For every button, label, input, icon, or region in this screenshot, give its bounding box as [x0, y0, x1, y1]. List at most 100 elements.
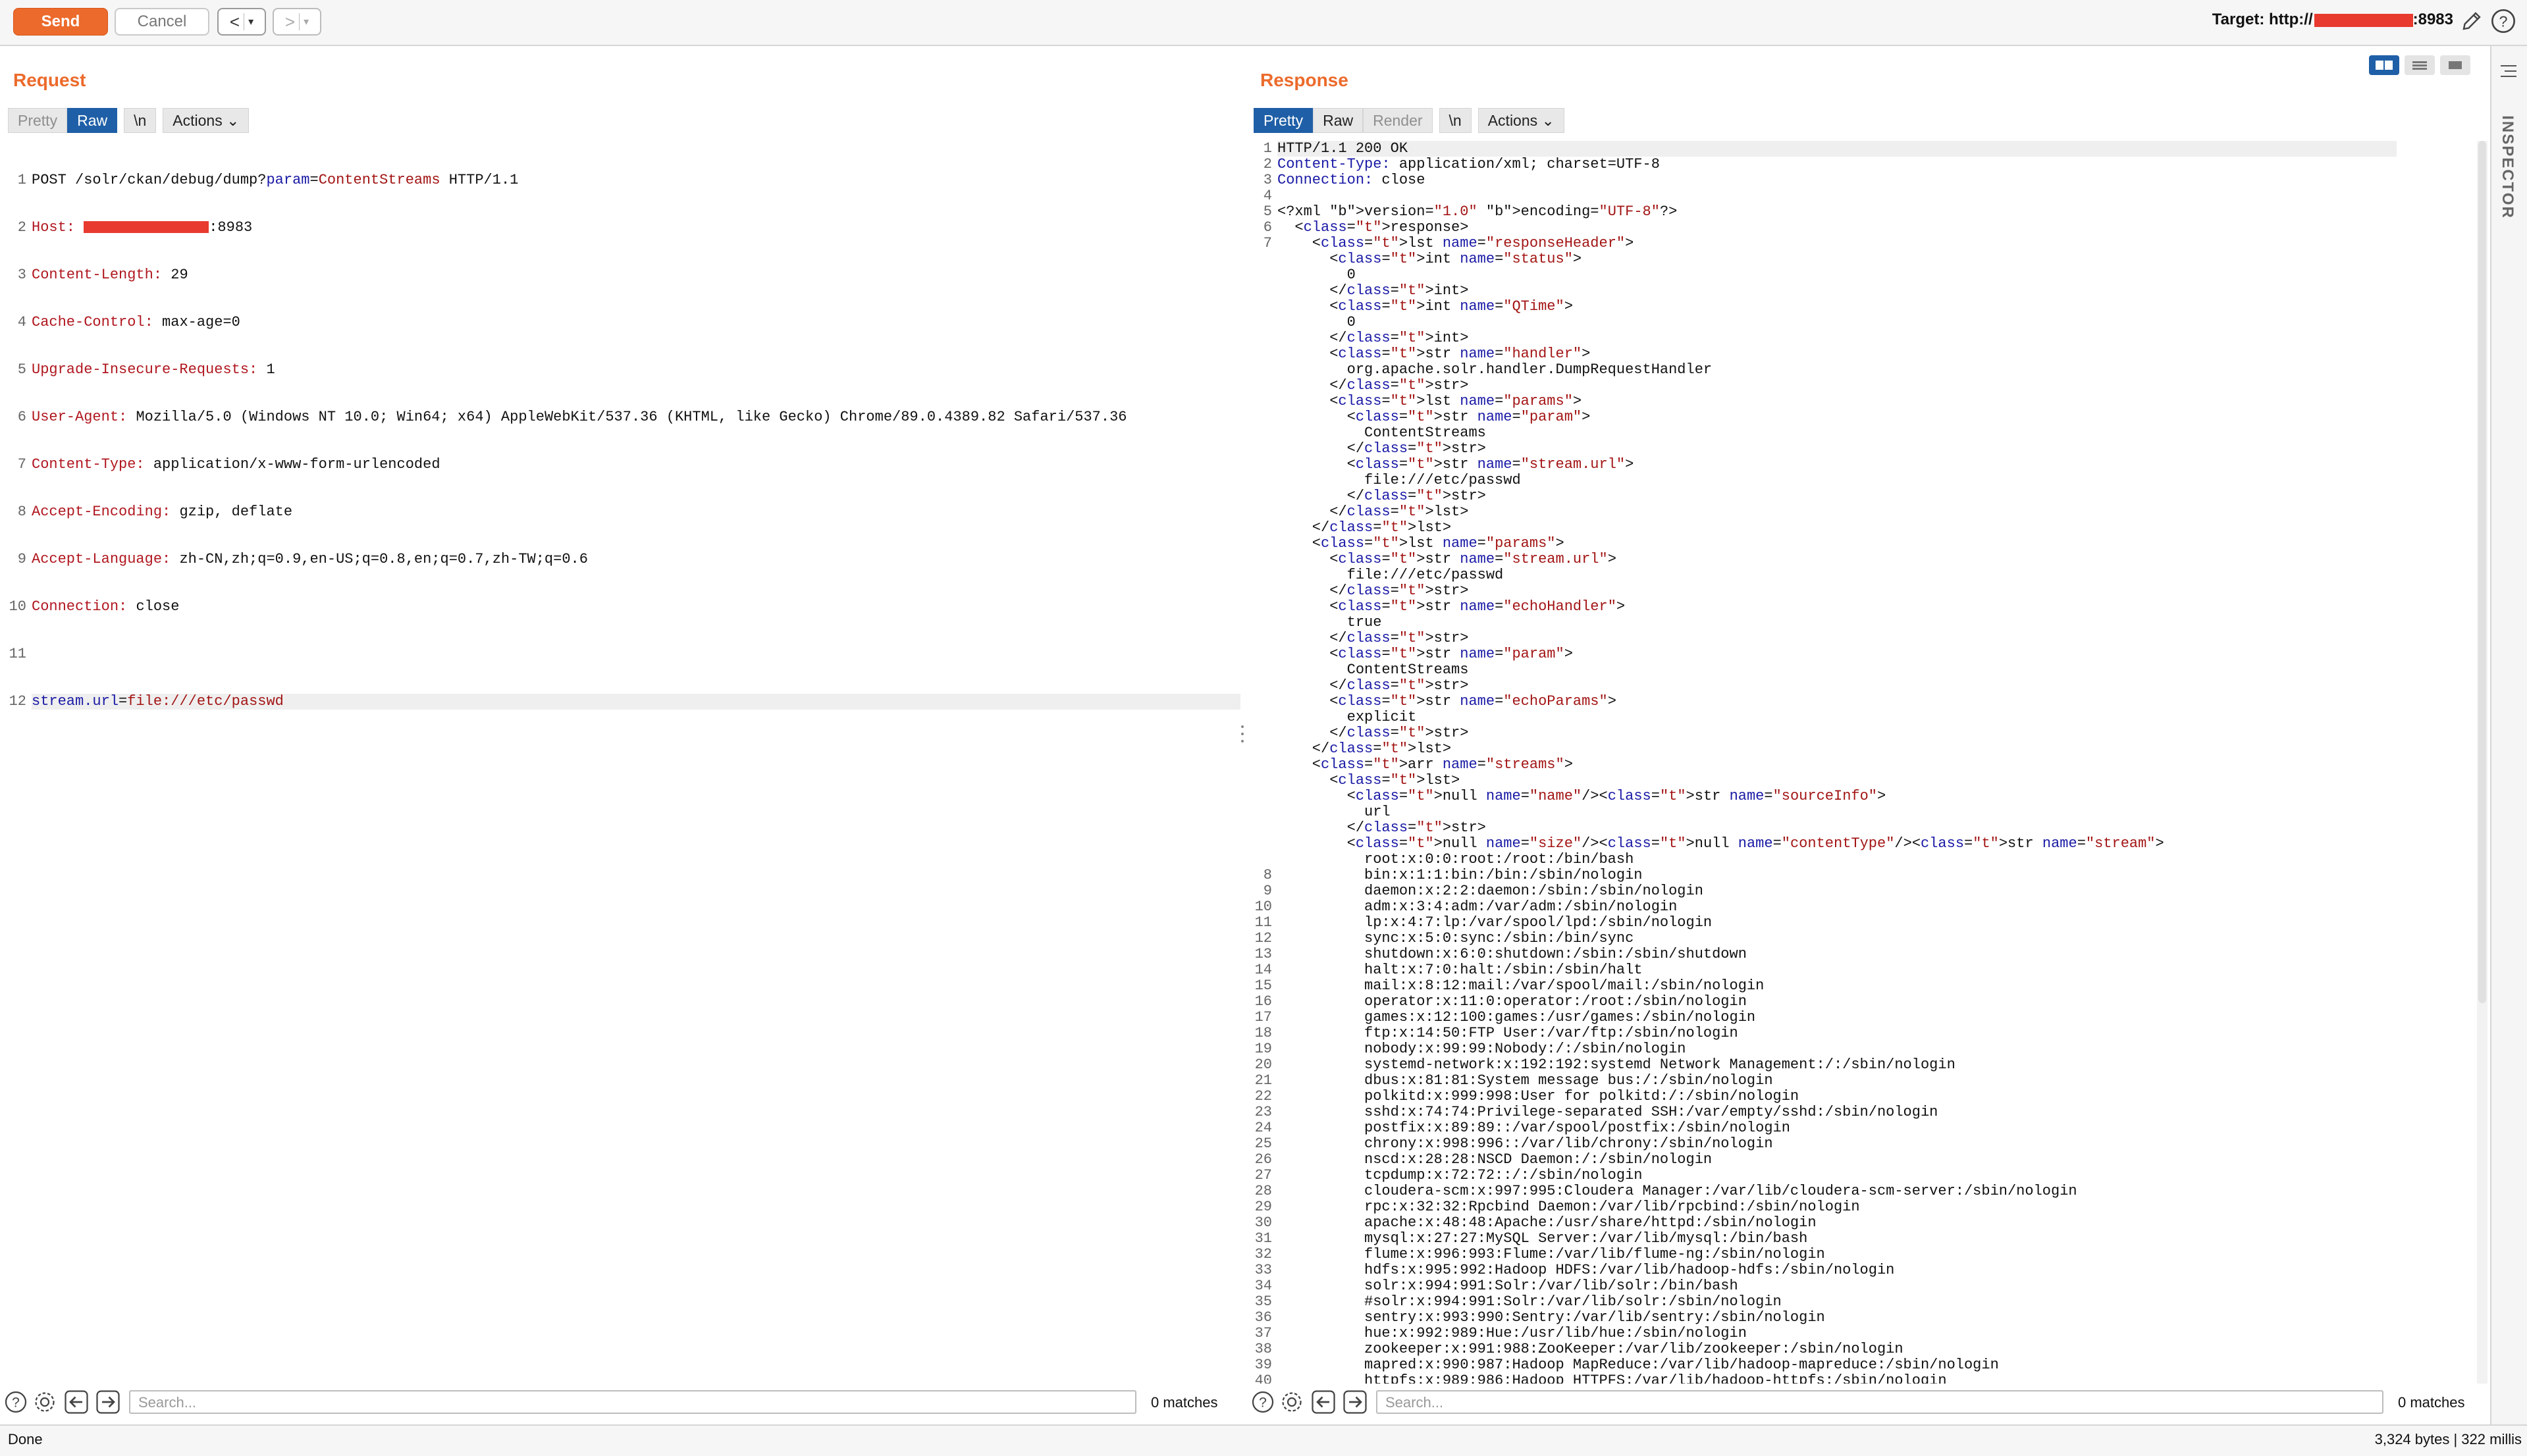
menu-icon[interactable]	[2499, 63, 2518, 79]
line-number: 8	[1263, 867, 1272, 883]
actions-dropdown[interactable]: Actions ⌄	[1477, 108, 1564, 133]
gear-icon[interactable]	[1280, 1390, 1304, 1414]
forward-button[interactable]: > ▾	[273, 8, 321, 36]
response-line: <class="t">int name="status">	[1277, 251, 1582, 267]
tab-raw[interactable]: Raw	[67, 108, 118, 133]
response-line: </class="t">lst>	[1277, 504, 1469, 520]
response-line: dbus:x:81:81:System message bus:/:/sbin/…	[1277, 1072, 1773, 1089]
line-number: 39	[1254, 1357, 1272, 1373]
response-line: hdfs:x:995:992:Hadoop HDFS:/var/lib/hado…	[1277, 1262, 1895, 1278]
tab-pretty[interactable]: Pretty	[8, 108, 68, 133]
line-number	[1246, 631, 1272, 646]
response-line: solr:x:994:991:Solr:/var/lib/solr:/bin/b…	[1277, 1278, 1738, 1294]
response-line: apache:x:48:48:Apache:/usr/share/httpd:/…	[1277, 1214, 1817, 1231]
request-search-input[interactable]: Search...	[129, 1390, 1136, 1414]
chevron-down-icon[interactable]: ▾	[248, 15, 253, 28]
cancel-button[interactable]: Cancel	[115, 8, 209, 36]
pencil-icon[interactable]	[2460, 9, 2484, 33]
response-line: <class="t">str name="stream.url">	[1277, 551, 1616, 567]
header-line: Cache-Control: max-age=0	[32, 314, 240, 330]
response-line: operator:x:11:0:operator:/root:/sbin/nol…	[1277, 993, 1747, 1010]
inspector-label[interactable]: INSPECTOR	[2498, 108, 2516, 226]
line-number: 32	[1254, 1246, 1272, 1262]
line-number: 5	[1263, 203, 1272, 220]
svg-text:?: ?	[2499, 13, 2508, 30]
scrollbar-thumb[interactable]	[2478, 141, 2486, 1003]
response-line: mysql:x:27:27:MySQL Server:/var/lib/mysq…	[1277, 1230, 1808, 1247]
response-line: <class="t">int name="QTime">	[1277, 298, 1573, 315]
response-line: file:///etc/passwd	[1277, 567, 1504, 583]
line-number: 19	[1254, 1041, 1272, 1057]
header-line: Upgrade-Insecure-Requests: 1	[32, 361, 275, 378]
response-gutter: 1 2 3 4 5 6 7 8 9 10 11 12 13 14 15 16 17 18 19 20 21 22 23 24 2…	[1246, 141, 1272, 1384]
tab-pretty[interactable]: Pretty	[1254, 108, 1314, 133]
redacted-host	[2314, 13, 2413, 27]
response-line: flume:x:996:993:Flume:/var/lib/flume-ng:…	[1277, 1246, 1825, 1262]
line-number: 11	[1254, 914, 1272, 931]
line-number: 22	[1254, 1088, 1272, 1105]
gear-icon[interactable]	[33, 1390, 57, 1414]
line-number: 1	[17, 172, 26, 188]
line-number	[1246, 836, 1272, 852]
response-line	[1277, 188, 2397, 204]
chevron-down-icon[interactable]: ▾	[304, 15, 309, 28]
next-match-icon[interactable]	[1343, 1390, 1367, 1414]
actions-dropdown[interactable]: Actions ⌄	[163, 108, 250, 133]
previous-match-icon[interactable]	[65, 1390, 88, 1414]
line-number: 12	[9, 693, 26, 710]
previous-match-icon[interactable]	[1312, 1390, 1335, 1414]
line-number	[1246, 315, 1272, 330]
response-line: </class="t">lst>	[1277, 519, 1452, 536]
response-editor[interactable]: 1 2 3 4 5 6 7 8 9 10 11 12 13 14 15 16 17 18 19 20 21 22 23 24 2…	[1246, 141, 2477, 1384]
line-number: 31	[1254, 1230, 1272, 1247]
inspector-panel[interactable]	[2490, 46, 2527, 1442]
response-line: daemon:x:2:2:daemon:/sbin:/sbin/nologin	[1277, 883, 1703, 899]
request-editor[interactable]: 1 2 3 4 5 6 7 8 9 10 11 12 POST /solr/ck…	[0, 141, 1242, 1384]
response-line: ContentStreams	[1277, 425, 1486, 441]
line-number	[1246, 346, 1272, 362]
tab-newline[interactable]: \n	[124, 108, 157, 133]
line-number: 17	[1254, 1009, 1272, 1026]
line-number: 25	[1254, 1135, 1272, 1152]
next-match-icon[interactable]	[96, 1390, 120, 1414]
panel-divider-handle[interactable]	[1240, 724, 1244, 744]
line-number	[1246, 394, 1272, 409]
response-line: <class="t">lst name="responseHeader">	[1277, 235, 1634, 251]
response-line: postfix:x:89:89::/var/spool/postfix:/sbi…	[1277, 1120, 1790, 1136]
response-tabs: Pretty Raw Render \n Actions ⌄	[1254, 108, 1564, 133]
line-number: 14	[1254, 962, 1272, 978]
line-number: 4	[1263, 188, 1272, 204]
line-number	[1246, 267, 1272, 283]
tab-raw[interactable]: Raw	[1313, 108, 1364, 133]
line-number: 2	[1263, 156, 1272, 172]
line-number: 23	[1254, 1104, 1272, 1120]
tab-newline[interactable]: \n	[1439, 108, 1472, 133]
response-line: <class="t">lst name="params">	[1277, 535, 1564, 552]
line-number: 6	[1263, 219, 1272, 236]
send-button[interactable]: Send	[13, 8, 108, 36]
help-icon[interactable]: ?	[1251, 1390, 1275, 1414]
line-number: 12	[1254, 930, 1272, 947]
target-url[interactable]: Target: http://:8983	[2212, 11, 2453, 29]
line-number: 34	[1254, 1278, 1272, 1294]
response-line: <class="t">str name="handler">	[1277, 346, 1591, 362]
help-icon[interactable]: ?	[2490, 8, 2516, 34]
line-number: 30	[1254, 1214, 1272, 1231]
rows-icon	[2412, 61, 2427, 70]
single-view-toggle[interactable]	[2440, 55, 2470, 75]
response-line: </class="t">lst>	[1277, 741, 1452, 757]
header-line: Accept-Language: zh-CN,zh;q=0.9,en-US;q=…	[32, 551, 588, 567]
response-line: sshd:x:74:74:Privilege-separated SSH:/va…	[1277, 1104, 1938, 1120]
response-search-input[interactable]: Search...	[1376, 1390, 2383, 1414]
response-line: hue:x:992:989:Hue:/usr/lib/hue:/sbin/nol…	[1277, 1325, 1747, 1341]
back-button[interactable]: < ▾	[217, 8, 266, 36]
response-title: Response	[1260, 70, 1348, 90]
help-icon[interactable]: ?	[4, 1390, 28, 1414]
top-toolbar	[0, 0, 2527, 46]
back-label: <	[229, 11, 240, 32]
tab-render[interactable]: Render	[1363, 108, 1433, 133]
line-number	[1246, 741, 1272, 757]
stacked-view-toggle[interactable]	[2405, 55, 2435, 75]
split-view-toggle[interactable]	[2369, 55, 2399, 75]
header-line: Accept-Encoding: gzip, deflate	[32, 504, 293, 520]
